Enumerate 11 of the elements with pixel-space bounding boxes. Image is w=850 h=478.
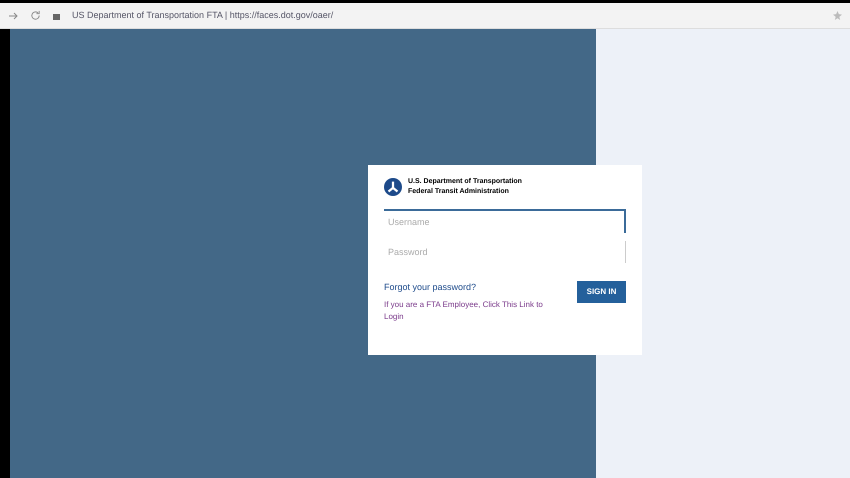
forward-icon[interactable] (8, 10, 18, 20)
employee-login-link[interactable]: If you are a FTA Employee, Click This Link to Login (384, 298, 564, 322)
star-icon[interactable] (833, 11, 842, 20)
lock-icon (53, 11, 60, 20)
username-field[interactable]: Username (384, 209, 626, 233)
password-field[interactable]: Password (384, 241, 626, 263)
sign-in-button[interactable]: SIGN IN (577, 281, 626, 303)
seal-logo-icon (384, 178, 402, 196)
forgot-password-link[interactable]: Forgot your password? (384, 281, 564, 294)
reload-icon[interactable] (30, 10, 41, 21)
address-bar[interactable]: US Department of Transportation FTA | https://faces.dot.gov/oaer/ (72, 8, 334, 22)
